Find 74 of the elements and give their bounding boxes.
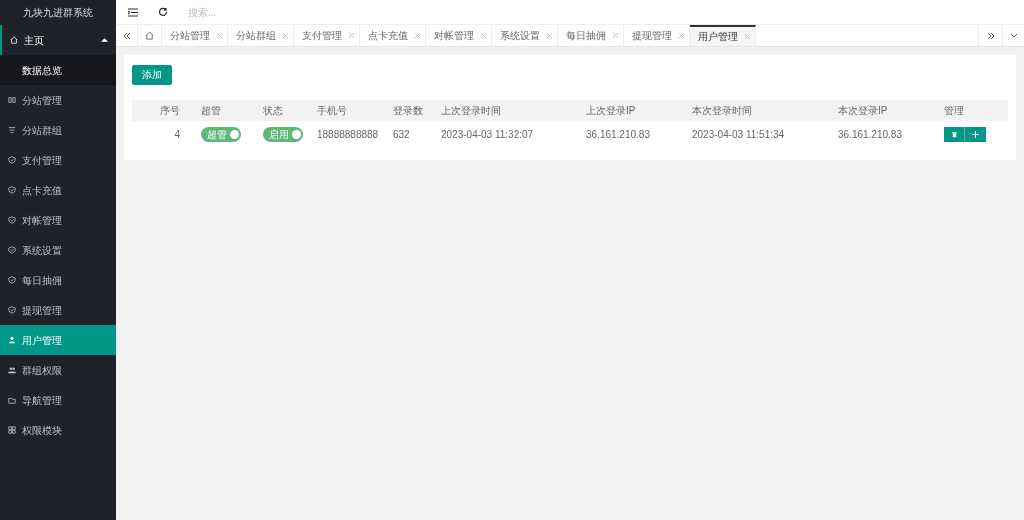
menu-icon[interactable] <box>128 7 138 17</box>
close-icon[interactable] <box>349 33 354 38</box>
close-icon[interactable] <box>481 33 486 38</box>
column-header: 本次登录时间 <box>685 100 831 121</box>
double-chevron-right-icon <box>986 31 995 40</box>
column-header: 上次登录时间 <box>434 100 579 121</box>
columns-icon <box>8 96 16 104</box>
grid-icon <box>8 426 16 434</box>
tab[interactable]: 分站管理 <box>162 25 228 46</box>
folder-icon <box>8 396 16 404</box>
shield-icon <box>8 306 16 314</box>
app-title: 九块九进群系统 <box>22 6 94 20</box>
plus-icon <box>972 131 979 138</box>
close-icon[interactable] <box>283 33 288 38</box>
tab[interactable]: 每日抽佣 <box>558 25 624 46</box>
close-icon[interactable] <box>613 33 618 38</box>
sidebar-item[interactable]: 点卡充值 <box>0 175 116 205</box>
sidebar-item[interactable]: 对帐管理 <box>0 205 116 235</box>
tab[interactable]: 点卡充值 <box>360 25 426 46</box>
tab[interactable]: 用户管理 <box>690 25 756 46</box>
shield-icon <box>8 156 16 164</box>
column-header: 管理 <box>937 100 1008 121</box>
chevron-down-icon <box>1009 32 1018 39</box>
table-cell: 18888888888 <box>310 121 386 148</box>
search-field[interactable]: 搜索... <box>188 4 308 20</box>
caret-icon <box>101 38 108 42</box>
sidebar-item[interactable]: 导航管理 <box>0 385 116 415</box>
home-icon <box>10 36 18 44</box>
column-header: 超管 <box>194 100 256 121</box>
table-cell: 36.161.210.83 <box>831 121 937 148</box>
trash-icon <box>950 131 958 138</box>
table-cell: 2023-04-03 11:51:34 <box>685 121 831 148</box>
close-icon[interactable] <box>745 34 750 39</box>
close-icon[interactable] <box>217 33 222 38</box>
shield-icon <box>8 186 16 194</box>
table-cell: 36.161.210.83 <box>579 121 685 148</box>
add-button[interactable] <box>965 127 986 142</box>
sidebar-item[interactable]: 分站管理 <box>0 85 116 115</box>
column-header: 手机号 <box>310 100 386 121</box>
tab[interactable]: 分站群组 <box>228 25 294 46</box>
column-header: 本次登录IP <box>831 100 937 121</box>
column-header: 序号 <box>132 100 194 121</box>
sidebar-item[interactable]: 用户管理 <box>0 325 116 355</box>
add-button[interactable]: 添加 <box>132 64 172 85</box>
shield-icon <box>8 276 16 284</box>
tab[interactable]: 系统设置 <box>492 25 558 46</box>
sidebar-item[interactable]: 每日抽佣 <box>0 265 116 295</box>
tab[interactable]: 支付管理 <box>294 25 360 46</box>
sidebar-item[interactable]: 支付管理 <box>0 145 116 175</box>
double-chevron-left-icon <box>122 31 131 40</box>
users-icon <box>8 366 16 374</box>
list-icon <box>8 126 16 134</box>
table-cell: 632 <box>386 121 434 148</box>
table-cell: 2023-04-03 11:32:07 <box>434 121 579 148</box>
table-cell: 4 <box>132 121 194 148</box>
sidebar-item[interactable]: 分站群组 <box>0 115 116 145</box>
home-icon <box>145 31 154 40</box>
close-icon[interactable] <box>679 33 684 38</box>
column-header: 上次登录IP <box>579 100 685 121</box>
shield-icon <box>8 216 16 224</box>
user-icon <box>8 336 16 344</box>
close-icon[interactable] <box>547 33 552 38</box>
sidebar-item[interactable]: 系统设置 <box>0 235 116 265</box>
sidebar-subitem[interactable]: 数据总览 <box>0 55 116 85</box>
delete-button[interactable] <box>944 127 965 142</box>
tab[interactable]: 对帐管理 <box>426 25 492 46</box>
shield-icon <box>8 246 16 254</box>
refresh-icon[interactable] <box>158 7 168 17</box>
column-header: 状态 <box>256 100 310 121</box>
sidebar-item[interactable]: 权限模块 <box>0 415 116 445</box>
close-icon[interactable] <box>415 33 420 38</box>
column-header: 登录数 <box>386 100 434 121</box>
sidebar-item[interactable]: 群组权限 <box>0 355 116 385</box>
sidebar-item[interactable]: 提现管理 <box>0 295 116 325</box>
